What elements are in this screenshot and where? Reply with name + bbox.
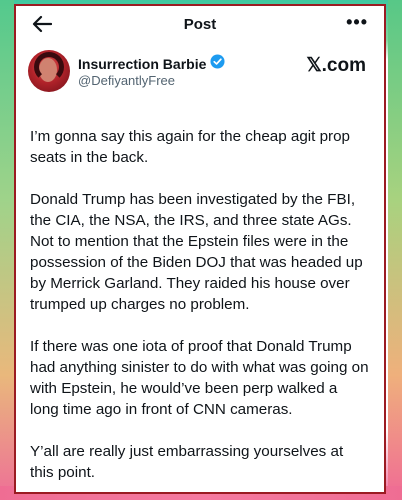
avatar-hair xyxy=(34,52,64,82)
post-paragraph: Donald Trump has been investigated by th… xyxy=(30,191,363,313)
x-com-watermark: 𝕏.com xyxy=(306,55,366,76)
author-name-row: Insurrection Barbie xyxy=(78,54,225,74)
post-paragraph: I’m gonna say this again for the cheap a… xyxy=(30,128,350,166)
background-right xyxy=(388,0,402,500)
author-name[interactable]: Insurrection Barbie xyxy=(78,56,206,72)
post-card: Post ••• Insurrection Barbie @Defiyantly… xyxy=(14,4,386,494)
avatar[interactable] xyxy=(28,50,70,92)
post-header: Post ••• xyxy=(16,6,384,44)
post-paragraph: If there was one iota of proof that Dona… xyxy=(30,338,369,418)
post-paragraph: Y’all are really just embarrassing yours… xyxy=(30,443,344,481)
more-horizontal-icon[interactable]: ••• xyxy=(346,12,368,33)
post-body: I’m gonna say this again for the cheap a… xyxy=(16,104,384,483)
verified-badge-icon xyxy=(210,54,225,74)
author-row: Insurrection Barbie @DefiyantlyFree 𝕏.co… xyxy=(16,44,384,104)
author-handle[interactable]: @DefiyantlyFree xyxy=(78,73,175,88)
background-left xyxy=(0,0,14,500)
page-title: Post xyxy=(183,16,217,33)
